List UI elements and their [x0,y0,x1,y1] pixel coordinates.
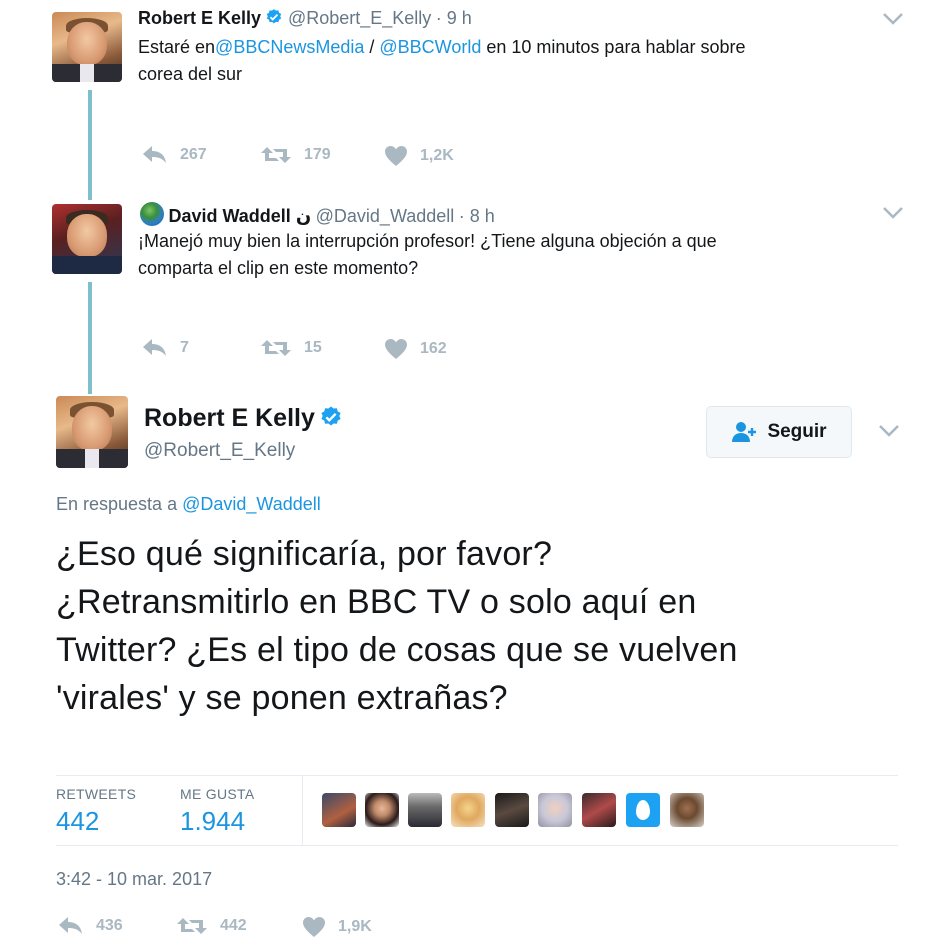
tweet2-time[interactable]: · 8 h [459,206,495,226]
globe-icon [140,202,164,226]
main-author-name[interactable]: Robert E Kelly [144,404,315,432]
retweets-stat-label: RETWEETS [56,786,137,802]
reply-to-link[interactable]: @David_Waddell [182,494,321,514]
verified-badge-icon [267,9,282,24]
thread-line [88,282,92,394]
stats-vertical-divider [302,775,303,845]
reply-icon [59,917,82,934]
main-text-line3: Twitter? ¿Es el tipo de cosas que se vue… [56,631,738,669]
main-retweet-count: 442 [220,917,247,934]
tweet2-text: ¡Manejó muy bien la interrupción profeso… [138,228,898,282]
tweet1-retweet-button[interactable]: 179 [260,145,331,165]
tweet1-header: Robert E Kelly @Robert_E_Kelly · 9 h [138,8,472,29]
retweet-icon [177,918,207,934]
tweet1-time[interactable]: · 9 h [436,8,472,28]
retweet-icon [261,340,291,356]
liker-avatar[interactable] [408,793,442,827]
tweet1-text-part2: en 10 minutos para hablar sobre [481,37,746,57]
tweet1-more-chevron-icon[interactable] [882,12,904,26]
tweet2-text-line2: comparta el clip en este momento? [138,258,419,278]
reply-context-prefix: En respuesta a [56,494,183,514]
tweet1-like-count: 1,2K [420,147,454,164]
liker-avatar[interactable] [451,793,485,827]
likes-stat[interactable]: ME GUSTA 1.944 [180,786,254,837]
retweets-stat-value: 442 [56,806,100,836]
tweet1-like-button[interactable]: 1,2K [384,145,454,167]
main-text-line1: ¿Eso qué significaría, por favor? [56,535,553,573]
tweet1-text-line2: corea del sur [138,64,243,84]
tweet2-reply-count: 7 [180,339,189,356]
main-like-button[interactable]: 1,9K [302,916,372,938]
reply-icon [143,339,166,356]
retweets-stat[interactable]: RETWEETS 442 [56,786,136,837]
likes-stat-value: 1.944 [180,806,246,836]
tweet2-like-count: 162 [420,340,447,357]
main-more-chevron-icon[interactable] [878,424,900,438]
egg-shape [636,800,650,820]
liker-avatar[interactable] [322,793,356,827]
main-handle[interactable]: @Robert_E_Kelly [144,440,295,462]
thread-line [88,90,92,200]
tweet1-handle[interactable]: @Robert_E_Kelly [288,8,431,28]
liker-avatar[interactable] [365,793,399,827]
mention-bbcworld[interactable]: @BBCWorld [379,37,481,57]
main-reply-button[interactable]: 436 [58,916,123,936]
stats-top-divider [56,775,898,776]
tweet2-handle[interactable]: @David_Waddell [316,206,455,226]
tweet1-text-sep: / [364,37,380,57]
tweet-timestamp[interactable]: 3:42 - 10 mar. 2017 [56,869,212,890]
main-text-line2: ¿Retransmitirlo en BBC TV o solo aquí en [56,583,697,621]
main-tweet-text: ¿Eso qué significaría, por favor? ¿Retra… [56,530,916,722]
main-author: Robert E Kelly [144,404,343,433]
verified-badge-icon [321,406,341,426]
follow-button-label: Seguir [767,421,827,442]
heart-icon [385,339,407,359]
avatar-david-waddell[interactable] [52,204,122,274]
liker-avatar[interactable] [495,793,529,827]
tweet1-reply-count: 267 [180,146,207,163]
main-like-count: 1,9K [338,918,372,935]
tweet2-header: David Waddell ن @David_Waddell · 8 h [140,202,495,227]
tweet2-retweet-button[interactable]: 15 [260,338,322,358]
main-text-line4: 'virales' y se ponen extrañas? [56,679,508,717]
mention-bbcnewsmedia[interactable]: @BBCNewsMedia [215,37,364,57]
liker-avatar[interactable] [538,793,572,827]
heart-icon [303,917,325,937]
liker-avatar[interactable] [582,793,616,827]
tweet1-retweet-count: 179 [304,146,331,163]
avatar-robert-kelly[interactable] [52,12,122,82]
tweet1-reply-button[interactable]: 267 [142,145,207,165]
tweet1-author-name[interactable]: Robert E Kelly [138,8,261,28]
reply-context: En respuesta a @David_Waddell [56,494,321,515]
stats-bottom-divider [56,845,898,846]
default-egg-avatar-icon[interactable] [626,793,660,827]
main-reply-count: 436 [96,917,123,934]
follow-button[interactable]: Seguir [706,406,852,458]
tweet1-text-part: Estaré en [138,37,216,57]
tweet2-author-name[interactable]: David Waddell ن [168,206,311,226]
reply-icon [143,146,166,163]
tweet2-more-chevron-icon[interactable] [882,206,904,220]
add-user-icon [732,422,757,442]
tweet2-reply-button[interactable]: 7 [142,338,189,358]
heart-icon [385,146,407,166]
tweet2-like-button[interactable]: 162 [384,338,447,360]
tweet1-text: Estaré en@BBCNewsMedia / @BBCWorld en 10… [138,34,878,88]
retweet-icon [261,147,291,163]
likes-stat-label: ME GUSTA [180,786,255,802]
avatar-robert-kelly-main[interactable] [56,396,128,468]
main-retweet-button[interactable]: 442 [176,916,247,936]
liker-avatar[interactable] [670,793,704,827]
tweet2-text-line1: ¡Manejó muy bien la interrupción profeso… [138,231,717,251]
tweet2-retweet-count: 15 [304,339,322,356]
